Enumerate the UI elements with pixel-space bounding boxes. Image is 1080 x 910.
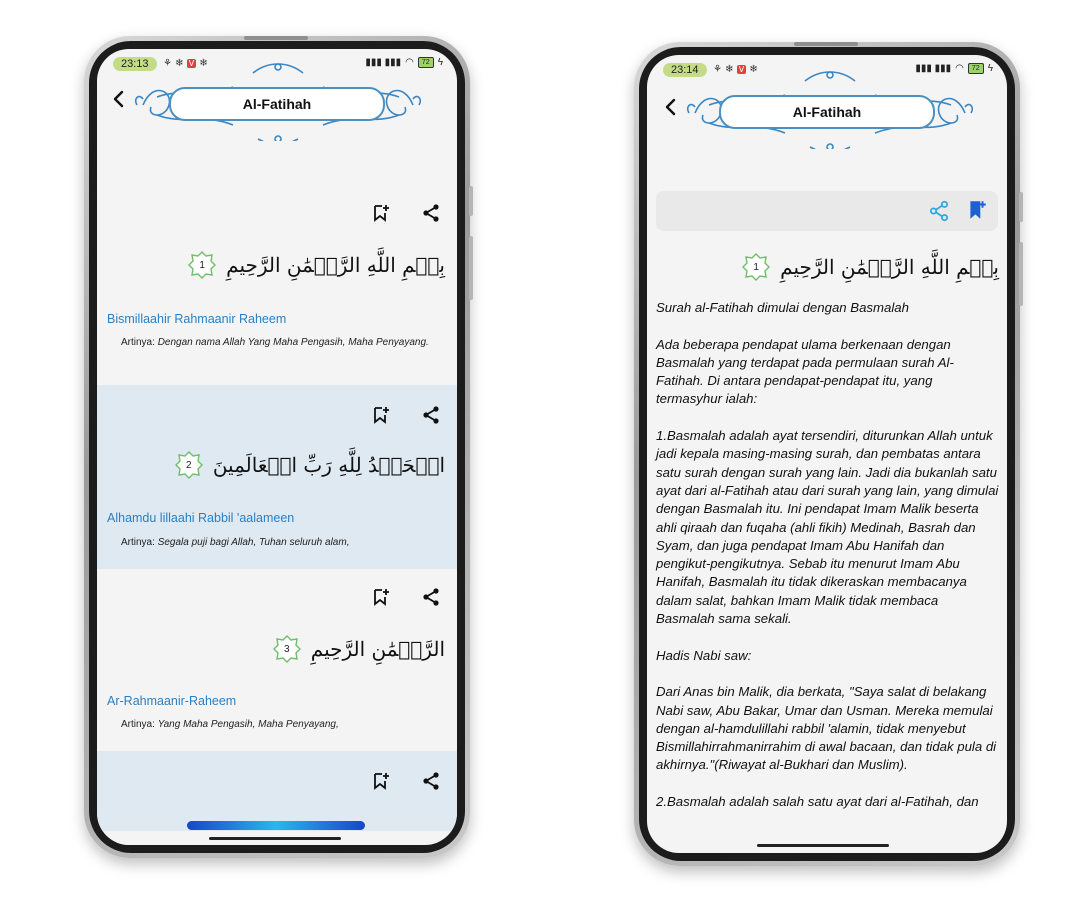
left-phone: 23:13 ⚘ ❄ V ❄ ▮▮▮ ▮▮▮ ◠ 72 ϟ Al-Fatihah … xyxy=(84,36,473,858)
meaning-text: Yang Maha Pengasih, Maha Penyayang, xyxy=(157,719,339,730)
meaning-text: Segala puji bagi Allah, Tuhan seluruh al… xyxy=(157,537,350,548)
screen: 23:13 ⚘ ❄ V ❄ ▮▮▮ ▮▮▮ ◠ 72 ϟ Al-Fatihah … xyxy=(97,49,457,845)
meaning-label: Artinya: xyxy=(121,537,155,548)
right-phone: 23:14 ⚘ ❄ V ❄ ▮▮▮ ▮▮▮ ◠ 72 ϟ Al-Fatihah … xyxy=(634,42,1023,866)
bookmark-add-icon[interactable] xyxy=(371,405,391,425)
charging-icon: ϟ xyxy=(987,63,993,74)
back-icon[interactable] xyxy=(659,95,683,119)
home-indicator[interactable] xyxy=(209,837,341,840)
arabic-verse: بِسۡمِ اللَّهِ الرَّحۡمَٰنِ الرَّحِيمِ 1 xyxy=(742,253,999,281)
tafsir-text: Surah al-Fatihah dimulai dengan Basmalah… xyxy=(656,300,999,810)
latin-transliteration: Bismillaahir Rahmaanir Raheem xyxy=(107,312,287,326)
bottom-nav-bar[interactable] xyxy=(187,821,365,830)
page-title: Al-Fatihah xyxy=(719,95,935,129)
bookmark-add-icon[interactable] xyxy=(371,771,391,791)
side-button xyxy=(469,186,473,216)
meaning-label: Artinya: xyxy=(121,719,155,730)
arabic-verse: الرَّحۡمَٰنِ الرَّحِيمِ 3 xyxy=(272,635,445,663)
verse-actions xyxy=(371,771,441,791)
verse-actions xyxy=(371,405,441,425)
action-bar xyxy=(656,191,998,231)
side-button xyxy=(1019,242,1023,306)
arabic-verse: بِسۡمِ اللَّهِ الرَّحۡمَٰنِ الرَّحِيمِ 1 xyxy=(188,251,445,279)
share-icon[interactable] xyxy=(421,203,441,223)
phone-top-edge xyxy=(244,36,308,40)
verse-meaning: Artinya: Dengan nama Allah Yang Maha Pen… xyxy=(121,335,437,350)
verse-actions xyxy=(371,203,441,223)
arabic-text: الرَّحۡمَٰنِ الرَّحِيمِ xyxy=(310,637,445,661)
meaning-label: Artinya: xyxy=(121,337,155,348)
bookmark-add-icon[interactable] xyxy=(371,203,391,223)
screen: 23:14 ⚘ ❄ V ❄ ▮▮▮ ▮▮▮ ◠ 72 ϟ Al-Fatihah … xyxy=(647,55,1007,853)
verse-number-badge: 2 xyxy=(174,451,203,479)
latin-transliteration: Alhamdu lillaahi Rabbil 'aalameen xyxy=(107,511,295,525)
side-button xyxy=(1019,192,1023,222)
bookmark-add-icon[interactable] xyxy=(966,199,988,221)
arabic-text: بِسۡمِ اللَّهِ الرَّحۡمَٰنِ الرَّحِيمِ xyxy=(226,253,445,277)
home-indicator[interactable] xyxy=(757,844,889,847)
share-icon[interactable] xyxy=(421,405,441,425)
verse-meaning: Artinya: Yang Maha Pengasih, Maha Penyay… xyxy=(121,717,437,732)
verse-number: 1 xyxy=(753,261,759,273)
verse-item: الرَّحۡمَٰنِ الرَّحِيمِ 3 Ar-Rahmaanir-R… xyxy=(97,569,457,751)
meaning-text: Dengan nama Allah Yang Maha Pengasih, Ma… xyxy=(157,337,429,348)
share-icon[interactable] xyxy=(928,200,950,222)
side-button xyxy=(469,236,473,300)
page-title: Al-Fatihah xyxy=(169,87,385,121)
verse-item: الۡحَمۡدُ لِلَّهِ رَبِّ الۡعَالَمِينَ 2 … xyxy=(97,385,457,569)
phone-top-edge xyxy=(794,42,858,46)
header: Al-Fatihah xyxy=(97,63,457,149)
verse-number: 1 xyxy=(199,259,205,271)
arabic-text: بِسۡمِ اللَّهِ الرَّحۡمَٰنِ الرَّحِيمِ xyxy=(780,255,999,279)
latin-transliteration: Ar-Rahmaanir-Raheem xyxy=(107,694,237,708)
verse-number: 2 xyxy=(186,459,192,471)
header: Al-Fatihah xyxy=(647,71,1007,157)
verse-item xyxy=(97,751,457,831)
verse-actions xyxy=(371,587,441,607)
verse-number-badge: 3 xyxy=(272,635,301,663)
verse-number-badge: 1 xyxy=(188,251,217,279)
share-icon[interactable] xyxy=(421,771,441,791)
charging-icon: ϟ xyxy=(437,57,443,68)
back-icon[interactable] xyxy=(107,87,131,111)
verse-meaning: Artinya: Segala puji bagi Allah, Tuhan s… xyxy=(121,535,437,550)
verse-item: بِسۡمِ اللَّهِ الرَّحۡمَٰنِ الرَّحِيمِ 1… xyxy=(97,179,457,385)
arabic-verse: الۡحَمۡدُ لِلَّهِ رَبِّ الۡعَالَمِينَ 2 xyxy=(174,451,445,479)
arabic-text: الۡحَمۡدُ لِلَّهِ رَبِّ الۡعَالَمِينَ xyxy=(212,453,445,477)
verse-number-badge: 1 xyxy=(742,253,771,281)
share-icon[interactable] xyxy=(421,587,441,607)
bookmark-add-icon[interactable] xyxy=(371,587,391,607)
verse-number: 3 xyxy=(283,643,290,655)
